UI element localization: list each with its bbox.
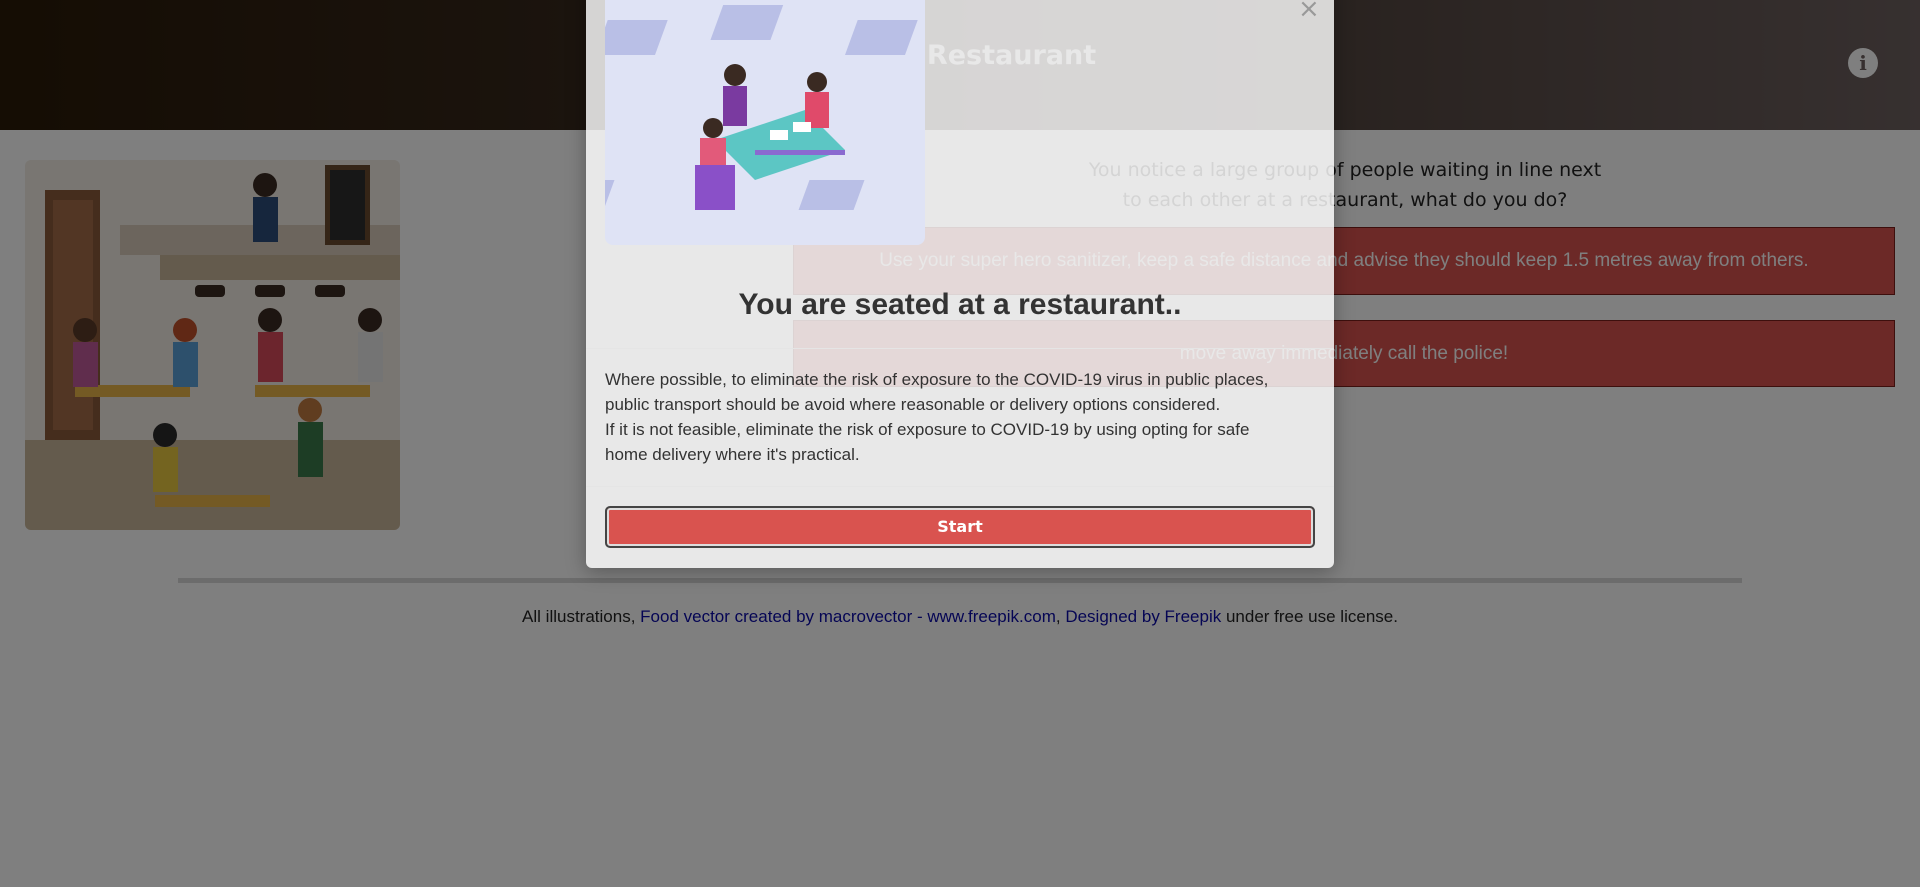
modal-divider-top <box>586 348 1334 349</box>
modal-divider-bottom <box>586 486 1334 487</box>
modal-body-line-4: home delivery where it's practical. <box>605 445 860 464</box>
modal-body-text: Where possible, to eliminate the risk of… <box>605 367 1315 467</box>
modal-illustration <box>605 0 925 245</box>
modal-body-line-1: Where possible, to eliminate the risk of… <box>605 370 1269 389</box>
modal-body-line-3: If it is not feasible, eliminate the ris… <box>605 420 1250 439</box>
modal-body-line-2: public transport should be avoid where r… <box>605 395 1221 414</box>
restaurant-dining-image <box>605 0 925 245</box>
modal-title: You are seated at a restaurant.. <box>738 288 1182 321</box>
close-icon[interactable]: × <box>1298 0 1320 24</box>
start-button[interactable]: Start <box>605 506 1315 548</box>
